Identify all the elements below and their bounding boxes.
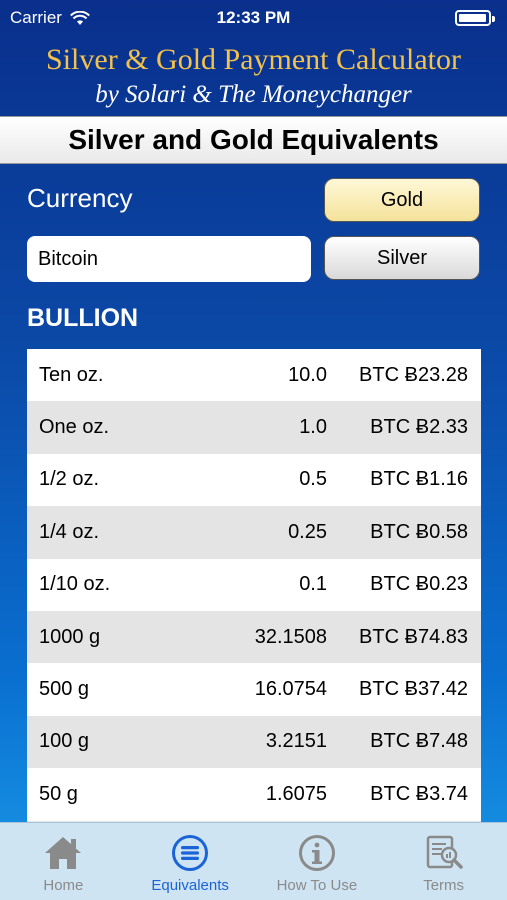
row-value: BTC Ƀ3.74 [370,782,468,805]
row-oz: 1.0 [299,416,327,439]
bullion-table[interactable]: Ten oz. 10.0 BTC Ƀ23.28 One oz. 1.0 BTC … [27,349,481,822]
app-header: Silver & Gold Payment Calculator by Sola… [0,36,507,116]
row-name: 1/2 oz. [39,468,100,491]
table-row: 1/2 oz. 0.5 BTC Ƀ1.16 [27,453,481,507]
tab-home[interactable]: Home [0,823,127,900]
tab-label: How To Use [276,877,358,894]
row-oz: 0.5 [299,468,327,491]
tab-terms[interactable]: Terms [380,823,507,900]
row-name: 50 g [39,782,78,805]
currency-label: Currency [27,183,133,213]
table-row: Ten oz. 10.0 BTC Ƀ23.28 [27,349,481,402]
table-row: 1/4 oz. 0.25 BTC Ƀ0.58 [27,506,481,559]
info-icon [297,833,337,873]
row-value: BTC Ƀ23.28 [359,363,468,386]
row-oz: 10.0 [288,363,327,386]
table-row: 500 g 16.0754 BTC Ƀ37.42 [27,663,481,716]
terms-icon [424,833,464,873]
row-name: 1/10 oz. [39,573,111,596]
status-bar: Carrier 12:33 PM [0,0,507,36]
row-value: BTC Ƀ74.83 [359,625,468,648]
row-oz: 1.6075 [265,782,327,805]
row-value: BTC Ƀ2.33 [370,416,468,439]
section-title: Silver and Gold Equivalents [0,116,507,164]
row-value: BTC Ƀ37.42 [359,678,468,701]
table-row: One oz. 1.0 BTC Ƀ2.33 [27,401,481,454]
app-title: Silver & Gold Payment Calculator [46,43,461,76]
row-name: One oz. [39,416,110,439]
silver-button[interactable]: Silver [324,236,480,280]
tab-label: Equivalents [151,877,229,894]
battery-icon [455,10,495,26]
gold-button[interactable]: Gold [324,178,480,222]
home-icon [43,833,83,873]
wifi-icon [70,10,90,25]
tab-how-to-use[interactable]: How To Use [254,823,381,900]
row-value: BTC Ƀ7.48 [370,730,468,753]
row-name: Ten oz. [39,363,104,386]
currency-field[interactable]: Bitcoin [27,236,311,282]
row-value: BTC Ƀ0.23 [370,573,468,596]
row-oz: 0.1 [299,573,327,596]
row-name: 100 g [39,730,90,753]
tab-equivalents[interactable]: Equivalents [127,823,254,900]
app-subtitle: by Solari & The Moneychanger [95,81,412,108]
row-name: 1/4 oz. [39,520,100,543]
table-row: 100 g 3.2151 BTC Ƀ7.48 [27,715,481,769]
row-oz: 16.0754 [254,678,327,701]
tab-label: Terms [423,877,465,894]
table-row: 1000 g 32.1508 BTC Ƀ74.83 [27,610,481,664]
row-name: 500 g [39,678,90,701]
status-left: Carrier [10,8,90,28]
table-row: 50 g 1.6075 BTC Ƀ3.74 [27,768,481,821]
row-oz: 3.2151 [265,730,327,753]
row-value: BTC Ƀ1.16 [370,468,468,491]
row-oz: 32.1508 [254,625,327,648]
row-oz: 0.25 [288,520,327,543]
row-name: 1000 g [39,625,101,648]
bullion-heading: BULLION [27,304,139,332]
tab-label: Home [43,877,84,894]
table-row: 1/10 oz. 0.1 BTC Ƀ0.23 [27,558,481,611]
equivalents-icon [170,833,210,873]
carrier-label: Carrier [10,8,62,27]
tab-bar: Home Equivalents How To Use Terms [0,822,507,900]
battery-fill [459,14,486,22]
row-value: BTC Ƀ0.58 [370,520,468,543]
